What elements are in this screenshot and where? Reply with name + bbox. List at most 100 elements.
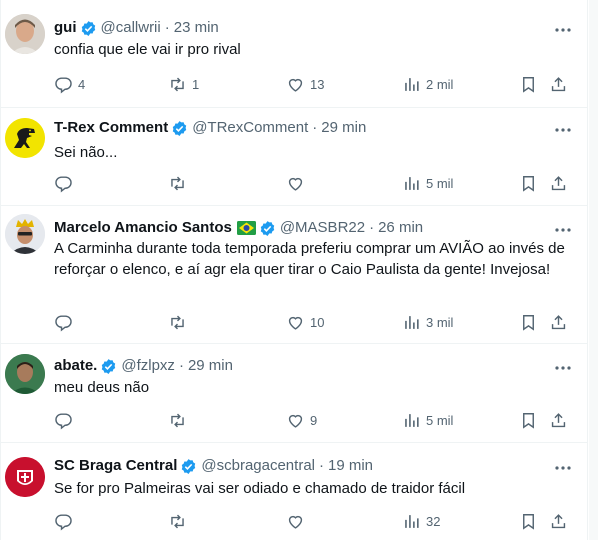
like-button[interactable] [286,173,310,193]
more-options-icon[interactable] [553,358,573,378]
view-count: 32 [426,513,441,529]
share-icon [551,412,566,427]
share-button[interactable] [549,410,568,430]
share-button[interactable] [549,511,568,531]
display-name[interactable]: abate. [54,356,97,376]
separator-dot: · [369,219,375,236]
more-options-icon[interactable] [553,220,573,240]
retweet-icon [171,514,184,528]
bookmark-button[interactable] [519,74,538,94]
timestamp[interactable]: 19 min [328,456,373,476]
bookmark-button[interactable] [519,312,538,332]
views-button[interactable]: 3 mil [402,312,453,332]
avatar[interactable] [5,214,45,254]
timestamp[interactable]: 23 min [174,18,219,38]
reply-icon [55,513,72,530]
view-count: 2 mil [426,76,454,92]
views-button[interactable]: 5 mil [402,410,453,430]
reply-icon [55,175,72,192]
avatar[interactable] [5,457,45,497]
timestamp[interactable]: 29 min [188,356,233,376]
retweet-button[interactable] [168,173,192,193]
timeline-right-border [587,0,588,540]
retweet-icon [171,77,184,91]
like-count: 13 [310,76,325,92]
username-handle[interactable]: @fzlpxz [121,356,175,376]
tweet-text: Se for pro Palmeiras vai ser odiado e ch… [54,480,466,497]
reply-button[interactable] [54,511,78,531]
username-handle[interactable]: @MASBR22 [280,218,365,238]
reply-button[interactable]: 4 [54,74,85,94]
like-count: 9 [310,412,318,428]
tweet-card[interactable]: abate. @fzlpxz · 29 min meu deus não 9 5… [1,344,587,443]
like-button[interactable]: 13 [286,74,324,94]
retweet-button[interactable] [168,511,192,531]
reply-button[interactable] [54,410,78,430]
more-options-icon[interactable] [553,120,573,140]
reply-count: 4 [78,76,86,92]
tweet-text: Sei não... [54,144,118,161]
analytics-icon [405,176,419,190]
reply-button[interactable] [54,173,78,193]
bookmark-icon [523,314,534,331]
heart-icon [288,316,303,330]
reply-button[interactable] [54,312,78,332]
more-options-icon[interactable] [553,20,573,40]
share-button[interactable] [549,312,568,332]
heart-icon [288,177,303,191]
tweet-header: abate. @fzlpxz · 29 min [54,356,233,376]
action-bar: 32 [54,511,571,531]
retweet-icon [171,176,184,190]
retweet-button[interactable] [168,410,192,430]
display-name[interactable]: Marcelo Amancio Santos [54,218,232,238]
heart-icon [288,78,303,92]
retweet-button[interactable] [168,312,192,332]
views-button[interactable]: 32 [402,511,440,531]
bookmark-icon [523,175,534,192]
tweet-card[interactable]: gui @callwrii · 23 min confia que ele va… [1,0,587,108]
like-count: 10 [310,314,325,330]
username-handle[interactable]: @scbragacentral [201,456,315,476]
verified-badge-icon [100,358,117,375]
tweet-card[interactable]: Marcelo Amancio Santos @MASBR22 · 26 min… [1,206,587,344]
tweet-header: gui @callwrii · 23 min [54,18,219,38]
avatar[interactable] [5,118,45,158]
views-button[interactable]: 2 mil [402,74,453,94]
like-button[interactable]: 10 [286,312,324,332]
share-button[interactable] [549,74,568,94]
action-bar: 10 3 mil [54,312,571,332]
action-bar: 4 1 13 2 mil [54,74,571,94]
share-button[interactable] [549,173,568,193]
tweet-header: SC Braga Central @scbragacentral · 19 mi… [54,456,373,476]
separator-dot: · [319,457,324,474]
bookmark-icon [523,513,534,530]
timestamp[interactable]: 29 min [321,118,366,138]
bookmark-button[interactable] [519,410,538,430]
bookmark-button[interactable] [519,173,538,193]
views-button[interactable]: 5 mil [402,173,453,193]
username-handle[interactable]: @callwrii [101,18,161,38]
tweet-card[interactable]: T-Rex Comment @TRexComment · 29 min Sei … [1,108,587,206]
username-handle[interactable]: @TRexComment [192,118,308,138]
display-name[interactable]: SC Braga Central [54,456,177,476]
bookmark-button[interactable] [519,511,538,531]
more-options-icon[interactable] [553,458,573,478]
retweet-button[interactable]: 1 [168,74,199,94]
view-count: 3 mil [426,314,454,330]
verified-badge-icon [80,20,97,37]
heart-icon [288,515,303,529]
like-button[interactable] [286,511,310,531]
display-name[interactable]: gui [54,18,77,38]
avatar[interactable] [5,14,45,54]
view-count: 5 mil [426,412,454,428]
share-icon [551,314,566,329]
action-bar: 5 mil [54,173,571,193]
reply-icon [55,76,72,93]
tweet-card[interactable]: SC Braga Central @scbragacentral · 19 mi… [1,443,587,540]
display-name[interactable]: T-Rex Comment [54,118,168,138]
scrollbar[interactable] [589,0,598,540]
avatar[interactable] [5,354,45,394]
like-button[interactable]: 9 [286,410,317,430]
timestamp[interactable]: 26 min [378,218,423,238]
view-count: 5 mil [426,175,454,191]
